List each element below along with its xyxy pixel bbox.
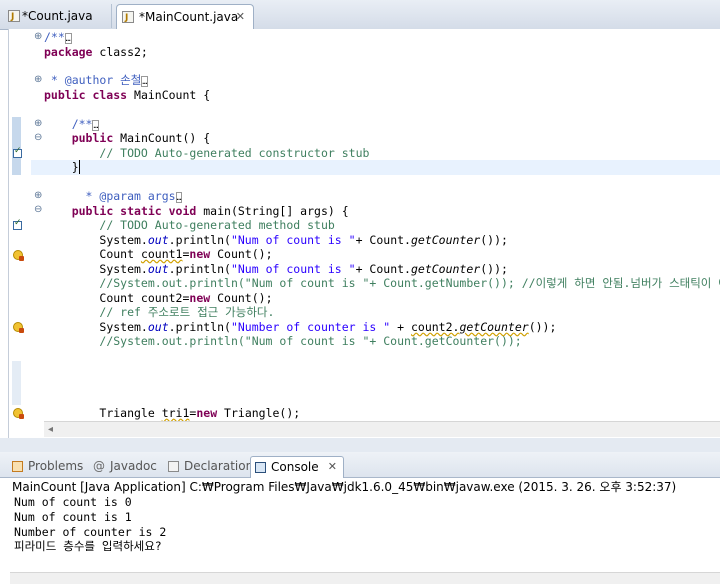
code-line[interactable]: * @author 손철… [44, 73, 149, 88]
console-line: Num of count is 0 [14, 495, 132, 509]
code-line[interactable]: Triangle tri1=new Triangle(); [44, 406, 300, 421]
tab-maincount-java[interactable]: *MainCount.java ✕ [116, 4, 254, 30]
code-line[interactable]: * @param args… [44, 189, 183, 204]
editor-horizontal-scrollbar[interactable]: ◂ [44, 421, 720, 437]
console-title: MainCount [Java Application] C:₩Program … [12, 480, 677, 494]
expand-fold-icon[interactable]: ⊕ [34, 191, 42, 201]
tab-javadoc[interactable]: @ Javadoc [90, 456, 162, 476]
console-line: Num of count is 1 [14, 510, 132, 524]
code-line[interactable]: System.out.println("Num of count is "+ C… [44, 262, 508, 277]
code-line[interactable]: System.out.println("Num of count is "+ C… [44, 233, 508, 248]
declaration-icon [168, 461, 179, 472]
code-line[interactable]: // ref 주소로트 접근 가능하다. [44, 305, 274, 320]
expand-fold-icon[interactable]: ⊕ [34, 32, 42, 42]
current-code-line[interactable]: } [31, 160, 720, 175]
warning-icon[interactable] [13, 322, 24, 333]
code-line[interactable]: // TODO Auto-generated constructor stub [44, 146, 369, 161]
expand-fold-icon[interactable]: ⊕ [34, 119, 42, 129]
code-line[interactable]: public MainCount() { [44, 131, 210, 146]
code-line[interactable]: //System.out.println("Num of count is "+… [44, 334, 521, 349]
code-line[interactable]: public static void main(String[] args) { [44, 204, 349, 219]
code-line[interactable]: public class MainCount { [44, 88, 210, 103]
code-line[interactable]: //System.out.println("Num of count is "+… [44, 276, 720, 291]
code-line[interactable]: Count count1=new Count(); [44, 247, 272, 262]
java-file-icon [122, 6, 134, 30]
expand-fold-icon[interactable]: ⊕ [34, 75, 42, 85]
tab-count-java[interactable]: *Count.java [4, 4, 112, 29]
tab-label: *Count.java [22, 9, 93, 23]
editor-tab-bar: *Count.java *MainCount.java ✕ [0, 0, 720, 30]
collapse-fold-icon[interactable]: ⊖ [34, 133, 42, 143]
task-icon[interactable] [13, 146, 22, 158]
warning-icon[interactable] [13, 250, 24, 261]
code-line[interactable]: /**… [44, 30, 72, 45]
code-line[interactable]: /**… [44, 117, 100, 132]
tab-declaration[interactable]: Declaration [164, 456, 253, 476]
code-editor[interactable]: ⊕ ⊕ ⊕ ⊖ ⊕ ⊖ /**… package class2; * @auth… [8, 29, 720, 438]
console-line: 피라미드 층수를 입력하세요? [14, 539, 162, 553]
at-sign-icon: @ [93, 459, 105, 473]
panel-sash[interactable] [0, 438, 720, 452]
tab-problems[interactable]: Problems [8, 456, 92, 476]
panel-tab-bar: Problems @ Javadoc Declaration Console ✕ [0, 452, 720, 478]
tab-console[interactable]: Console ✕ [250, 456, 344, 478]
code-line[interactable]: System.out.println("Number of counter is… [44, 320, 556, 335]
annotation-ruler [9, 29, 32, 438]
code-line[interactable]: // TODO Auto-generated method stub [44, 218, 334, 233]
occurrence-marker [12, 361, 21, 405]
scroll-left-icon[interactable]: ◂ [48, 422, 53, 437]
tab-label: *MainCount.java [139, 10, 239, 24]
close-icon[interactable]: ✕ [236, 5, 245, 29]
problems-icon [12, 461, 23, 472]
warning-icon[interactable] [13, 408, 24, 419]
console-line: Number of counter is 2 [14, 525, 167, 539]
java-file-icon [8, 5, 20, 29]
close-icon[interactable]: ✕ [328, 457, 337, 477]
console-icon [255, 462, 266, 473]
code-line[interactable]: Count count2=new Count(); [44, 291, 272, 306]
console-horizontal-scrollbar[interactable] [10, 572, 720, 584]
code-line[interactable]: package class2; [44, 45, 148, 60]
console-output[interactable]: Num of count is 0 Num of count is 1 Numb… [0, 495, 720, 583]
collapse-fold-icon[interactable]: ⊖ [34, 205, 42, 215]
task-icon[interactable] [13, 218, 22, 230]
